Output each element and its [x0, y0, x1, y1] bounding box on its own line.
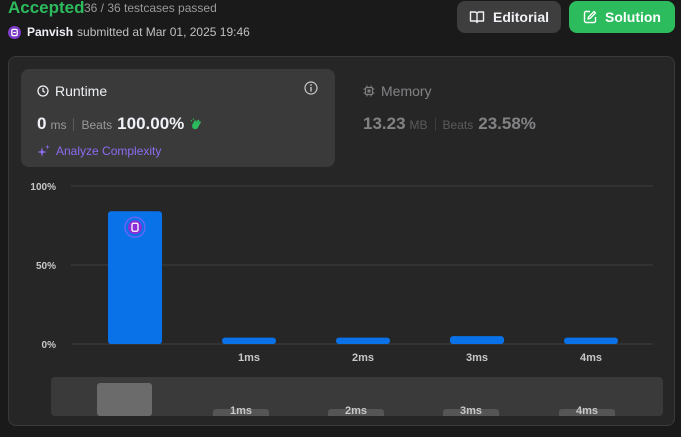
y-tick-label: 0%: [42, 340, 57, 351]
submission-info: Panvish submitted at Mar 01, 2025 19:46: [8, 24, 250, 40]
navigator-label: 1ms: [230, 405, 252, 416]
editorial-label: Editorial: [492, 9, 549, 25]
result-panel: Runtime 0 ms Beats 100.00% Analyze Compl…: [8, 56, 675, 426]
x-tick-label: 3ms: [466, 352, 488, 364]
chart-bar[interactable]: [450, 336, 504, 344]
navigator-preview: 1ms 2ms 3ms 4ms: [97, 383, 615, 416]
your-submission-marker-icon: [124, 216, 146, 238]
chart-bar[interactable]: [336, 337, 390, 344]
user-avatar-icon[interactable]: [8, 25, 21, 39]
edit-icon: [583, 10, 597, 24]
navigator-label: 4ms: [576, 405, 598, 416]
solution-label: Solution: [605, 9, 661, 25]
username-link[interactable]: Panvish: [27, 25, 73, 39]
chart-bars: [108, 211, 618, 344]
y-tick-label: 50%: [36, 261, 56, 272]
book-icon: [469, 11, 485, 24]
x-tick-label: 4ms: [580, 352, 602, 364]
solution-button[interactable]: Solution: [569, 1, 675, 33]
testcases-passed: 36 / 36 testcases passed: [84, 1, 217, 15]
editorial-button[interactable]: Editorial: [457, 1, 561, 33]
navigator-label: 3ms: [460, 405, 482, 416]
chart-bar[interactable]: [222, 337, 276, 344]
navigator-bar: [97, 383, 152, 416]
range-navigator[interactable]: 1ms 2ms 3ms 4ms: [51, 377, 663, 416]
y-tick-label: 100%: [30, 182, 56, 193]
chart-x-ticks: 1ms 2ms 3ms 4ms: [238, 352, 602, 364]
navigator-label: 2ms: [345, 405, 367, 416]
submitted-time: submitted at Mar 01, 2025 19:46: [77, 25, 250, 39]
x-tick-label: 1ms: [238, 352, 260, 364]
chart-bar[interactable]: [564, 337, 618, 344]
status-accepted: Accepted: [8, 0, 85, 17]
x-tick-label: 2ms: [352, 352, 374, 364]
runtime-distribution-chart: 100% 50% 0% 1ms 2ms 3ms 4ms: [30, 182, 653, 364]
